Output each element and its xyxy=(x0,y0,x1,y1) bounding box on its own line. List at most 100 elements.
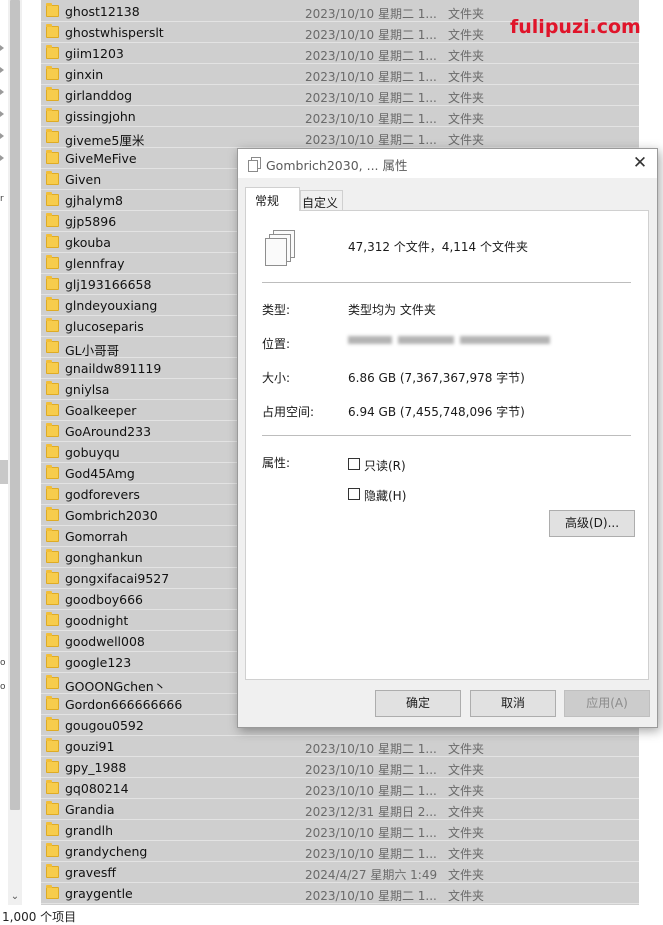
file-row[interactable]: girlanddog 2023/10/10 星期二 1... 文件夹 xyxy=(41,85,639,106)
nav-item-fragment[interactable]: o xyxy=(0,682,6,692)
file-list-scrollbar[interactable]: ⌄ xyxy=(8,0,22,905)
readonly-label[interactable]: 只读(R) xyxy=(364,457,406,474)
hidden-label[interactable]: 隐藏(H) xyxy=(364,487,406,504)
status-bar: 1,000 个项目 xyxy=(0,905,663,925)
cancel-button[interactable]: 取消 xyxy=(470,690,556,717)
navigation-pane-edge: r o o xyxy=(0,0,8,905)
dialog-title-bar[interactable]: Gombrich2030, ... 属性 ✕ xyxy=(238,149,657,178)
modified-date: 2023/10/10 星期二 1... xyxy=(305,133,437,147)
hidden-checkbox[interactable] xyxy=(348,488,360,500)
file-name: graygentle xyxy=(65,886,133,901)
file-row[interactable]: ginxin 2023/10/10 星期二 1... 文件夹 xyxy=(41,64,639,85)
folder-icon xyxy=(46,444,59,458)
modified-date: 2023/10/10 星期二 1... xyxy=(305,826,437,840)
folder-icon xyxy=(46,276,59,290)
size-on-disk-label: 占用空间: xyxy=(262,405,315,419)
attributes-label: 属性: xyxy=(262,456,291,470)
folder-icon xyxy=(46,213,59,227)
folder-icon xyxy=(46,381,59,395)
size-on-disk-value: 6.94 GB (7,455,748,096 字节) xyxy=(348,405,525,419)
file-name: Gomorrah xyxy=(65,529,128,544)
file-row[interactable]: Grandia 2023/12/31 星期日 2... 文件夹 xyxy=(41,799,639,820)
modified-date: 2023/10/10 星期二 1... xyxy=(305,28,437,42)
file-row[interactable]: gpy_1988 2023/10/10 星期二 1... 文件夹 xyxy=(41,757,639,778)
folder-icon xyxy=(46,549,59,563)
file-row[interactable]: grandlh 2023/10/10 星期二 1... 文件夹 xyxy=(41,820,639,841)
file-name: girlanddog xyxy=(65,88,133,103)
file-name: goodboy666 xyxy=(65,592,144,607)
file-name: gissingjohn xyxy=(65,109,136,124)
file-row[interactable]: gouzi91 2023/10/10 星期二 1... 文件夹 xyxy=(41,736,639,757)
folder-icon xyxy=(46,465,59,479)
nav-item-fragment[interactable]: o xyxy=(0,658,6,668)
expand-chevron-icon[interactable] xyxy=(0,132,6,140)
file-type: 文件夹 xyxy=(448,889,485,903)
folder-icon xyxy=(46,843,59,857)
watermark: fulipuzi.com xyxy=(510,16,641,38)
file-type: 文件夹 xyxy=(448,847,485,861)
size-value: 6.86 GB (7,367,367,978 字节) xyxy=(348,371,525,385)
file-row[interactable]: gq080214 2023/10/10 星期二 1... 文件夹 xyxy=(41,778,639,799)
expand-chevron-icon[interactable] xyxy=(0,110,6,118)
file-name: google123 xyxy=(65,655,132,670)
file-row[interactable]: giim1203 2023/10/10 星期二 1... 文件夹 xyxy=(41,43,639,64)
folder-icon xyxy=(46,24,59,38)
folder-icon xyxy=(46,66,59,80)
properties-icon xyxy=(248,157,261,172)
nav-item-fragment[interactable]: r xyxy=(0,194,4,204)
file-row[interactable]: grandycheng 2023/10/10 星期二 1... 文件夹 xyxy=(41,841,639,862)
file-type: 文件夹 xyxy=(448,7,485,21)
close-icon[interactable]: ✕ xyxy=(628,153,652,173)
type-label: 类型: xyxy=(262,303,291,317)
file-name: GOOONGchen丶 xyxy=(65,679,167,694)
expand-chevron-icon[interactable] xyxy=(0,154,6,162)
type-value: 类型均为 文件夹 xyxy=(348,303,436,317)
file-row[interactable]: gissingjohn 2023/10/10 星期二 1... 文件夹 xyxy=(41,106,639,127)
file-row[interactable]: graygentle 2023/10/10 星期二 1... 文件夹 xyxy=(41,883,639,904)
folder-icon xyxy=(46,108,59,122)
advanced-button[interactable]: 高级(D)... xyxy=(549,510,635,537)
file-name: gpy_1988 xyxy=(65,760,127,775)
expand-chevron-icon[interactable] xyxy=(0,44,6,52)
folder-icon xyxy=(46,591,59,605)
folder-icon xyxy=(46,633,59,647)
folder-icon xyxy=(46,297,59,311)
file-name: Given xyxy=(65,172,102,187)
apply-button[interactable]: 应用(A) xyxy=(564,690,650,717)
modified-date: 2023/10/10 星期二 1... xyxy=(305,847,437,861)
file-type: 文件夹 xyxy=(448,133,485,147)
readonly-checkbox[interactable] xyxy=(348,458,360,470)
multiple-files-icon xyxy=(263,230,299,270)
folder-icon xyxy=(46,150,59,164)
tab-custom[interactable]: 自定义 xyxy=(300,190,343,211)
file-name: GoAround233 xyxy=(65,424,152,439)
folder-icon xyxy=(46,612,59,626)
folder-icon xyxy=(46,738,59,752)
chevron-down-icon[interactable]: ⌄ xyxy=(10,892,20,902)
scroll-thumb[interactable] xyxy=(10,0,20,810)
folder-icon xyxy=(46,675,59,689)
file-name: grandycheng xyxy=(65,844,148,859)
selection-summary: 47,312 个文件，4,114 个文件夹 xyxy=(348,240,528,254)
properties-dialog: Gombrich2030, ... 属性 ✕ 常规 自定义 47,312 个文件… xyxy=(237,148,658,728)
expand-chevron-icon[interactable] xyxy=(0,66,6,74)
general-tab-panel: 47,312 个文件，4,114 个文件夹 类型: 类型均为 文件夹 位置: 大… xyxy=(245,210,649,680)
tab-label: 常规 xyxy=(255,194,280,208)
file-row[interactable]: gravesff 2024/4/27 星期六 1:49 文件夹 xyxy=(41,862,639,883)
file-type: 文件夹 xyxy=(448,91,485,105)
file-type: 文件夹 xyxy=(448,763,485,777)
file-name: gjhalym8 xyxy=(65,193,123,208)
file-name: glndeyouxiang xyxy=(65,298,158,313)
ok-button[interactable]: 确定 xyxy=(375,690,461,717)
modified-date: 2023/12/31 星期日 2... xyxy=(305,805,437,819)
file-name: Goalkeeper xyxy=(65,403,137,418)
folder-icon xyxy=(46,717,59,731)
modified-date: 2023/10/10 星期二 1... xyxy=(305,889,437,903)
expand-chevron-icon[interactable] xyxy=(0,88,6,96)
tab-general[interactable]: 常规 xyxy=(245,187,300,211)
modified-date: 2023/10/10 星期二 1... xyxy=(305,763,437,777)
folder-icon xyxy=(46,129,59,143)
file-row[interactable]: giveme5厘米 2023/10/10 星期二 1... 文件夹 xyxy=(41,127,639,148)
navigation-scroll-thumb[interactable] xyxy=(0,460,8,484)
folder-icon xyxy=(46,3,59,17)
